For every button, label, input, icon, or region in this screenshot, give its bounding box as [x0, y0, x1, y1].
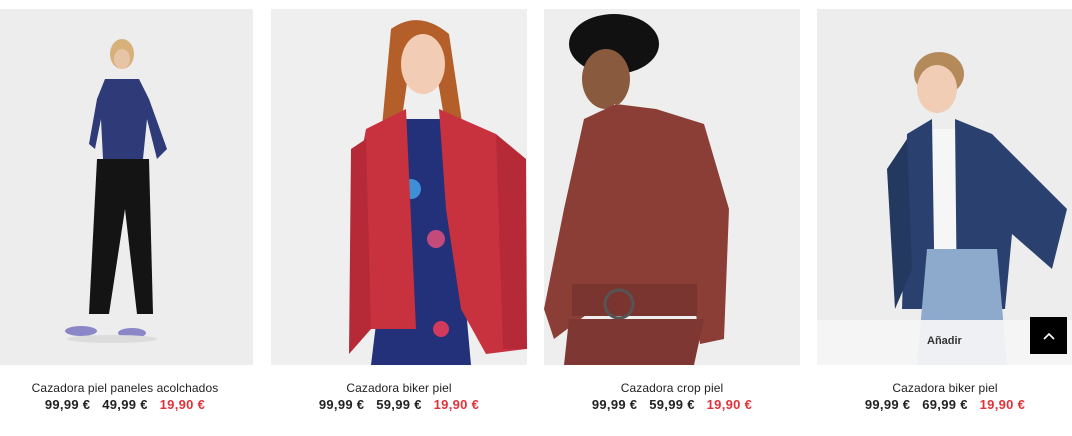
product-name[interactable]: Cazadora piel paneles acolchados	[0, 381, 253, 395]
price-sale: 69,99 €	[922, 397, 968, 412]
product-card[interactable]: Cazadora biker piel 99,99 € 59,99 € 19,9…	[271, 0, 527, 436]
price-original: 99,99 €	[44, 397, 91, 412]
product-image[interactable]	[271, 9, 527, 365]
price-original: 99,99 €	[591, 397, 638, 412]
price-final: 19,90 €	[433, 397, 480, 412]
product-image[interactable]	[817, 9, 1072, 365]
product-prices: 99,99 € 59,99 € 19,90 €	[271, 397, 527, 412]
product-name[interactable]: Cazadora crop piel	[544, 381, 800, 395]
product-image[interactable]	[0, 9, 253, 365]
scroll-top-button[interactable]	[1030, 317, 1067, 354]
price-final: 19,90 €	[159, 397, 206, 412]
product-prices: 99,99 € 69,99 € 19,90 €	[817, 397, 1072, 412]
product-card[interactable]: Añadir Cazadora biker piel 99,99 € 69,99…	[817, 0, 1072, 436]
price-sale: 59,99 €	[376, 397, 422, 412]
product-prices: 99,99 € 59,99 € 19,90 €	[544, 397, 800, 412]
price-final: 19,90 €	[979, 397, 1026, 412]
add-to-cart-label: Añadir	[927, 335, 962, 347]
chevron-up-icon	[1042, 332, 1055, 340]
price-original: 99,99 €	[864, 397, 911, 412]
product-prices: 99,99 € 49,99 € 19,90 €	[0, 397, 253, 412]
product-image[interactable]	[544, 9, 800, 365]
price-sale: 59,99 €	[649, 397, 695, 412]
product-card[interactable]: Cazadora crop piel 99,99 € 59,99 € 19,90…	[544, 0, 800, 436]
price-sale: 49,99 €	[102, 397, 148, 412]
product-name[interactable]: Cazadora biker piel	[271, 381, 527, 395]
product-name[interactable]: Cazadora biker piel	[817, 381, 1072, 395]
price-final: 19,90 €	[706, 397, 753, 412]
product-card[interactable]: Cazadora piel paneles acolchados 99,99 €…	[0, 0, 253, 436]
price-original: 99,99 €	[318, 397, 365, 412]
